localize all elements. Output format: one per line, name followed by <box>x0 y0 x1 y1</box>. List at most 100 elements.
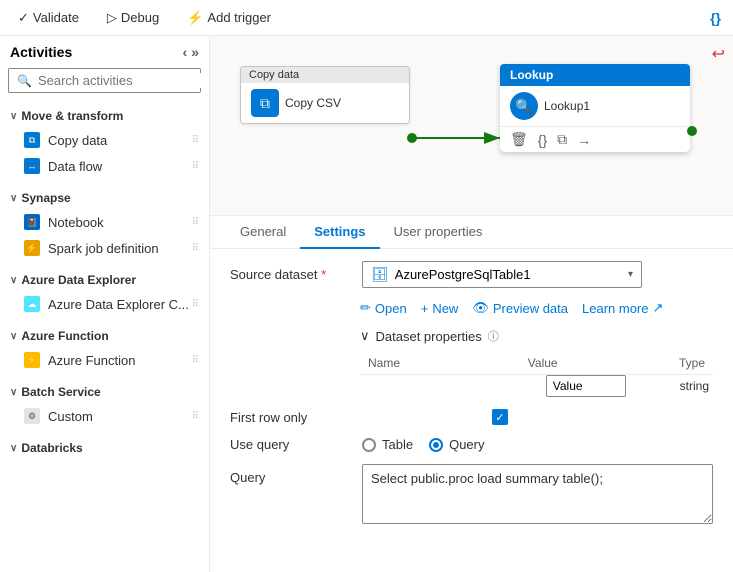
expand-icon[interactable]: » <box>191 44 199 60</box>
debug-label: Debug <box>121 10 159 25</box>
pipeline-container: ↩ Copy data ⧉ Copy CSV <box>210 36 733 215</box>
custom-icon: ⚙ <box>24 408 40 424</box>
bottom-panel: General Settings User properties Source … <box>210 216 733 572</box>
sidebar-item-data-flow[interactable]: ↔ Data flow ⠿ <box>0 153 209 179</box>
sidebar-section-synapse: ∨ Synapse 📓 Notebook ⠿ ⚡ Spark job defin… <box>0 183 209 265</box>
sidebar-group-adx[interactable]: ∨ Azure Data Explorer <box>0 269 209 291</box>
tab-general[interactable]: General <box>226 216 300 249</box>
copy-icon[interactable]: ⧉ <box>557 131 567 148</box>
sidebar-group-move-transform[interactable]: ∨ Move & transform <box>0 105 209 127</box>
sidebar-item-left: ⧉ Copy data <box>24 132 107 148</box>
value-input[interactable] <box>546 375 626 397</box>
validate-button[interactable]: ✓ Validate <box>12 8 85 28</box>
arrow-right-icon[interactable]: → <box>577 132 591 148</box>
sidebar-item-adx[interactable]: ☁ Azure Data Explorer C... ⠿ <box>0 291 209 317</box>
data-flow-icon: ↔ <box>24 158 40 174</box>
sidebar-group-synapse[interactable]: ∨ Synapse <box>0 187 209 209</box>
sidebar-group-databricks[interactable]: ∨ Databricks <box>0 437 209 459</box>
debug-icon: ▷ <box>107 10 117 26</box>
drag-handle: ⠿ <box>192 411 199 422</box>
search-icon: 🔍 <box>17 74 32 88</box>
debug-button[interactable]: ▷ Debug <box>101 8 165 28</box>
lookup-header: Lookup <box>500 64 690 86</box>
sidebar-item-custom[interactable]: ⚙ Custom ⠿ <box>0 403 209 429</box>
new-button[interactable]: + New <box>421 301 459 316</box>
use-query-row: Use query Table Query <box>230 437 713 452</box>
group-label: Databricks <box>21 441 82 455</box>
code-button[interactable]: {} <box>710 10 721 26</box>
validate-icon: ✓ <box>18 10 29 26</box>
table-radio-option[interactable]: Table <box>362 437 413 452</box>
data-flow-label: Data flow <box>48 159 102 174</box>
dataset-select[interactable]: 🗄 AzurePostgreSqlTable1 ▾ <box>362 261 642 288</box>
drag-handle: ⠿ <box>192 135 199 146</box>
preview-data-button[interactable]: 👁 Preview data <box>472 300 568 316</box>
sidebar-item-spark[interactable]: ⚡ Spark job definition ⠿ <box>0 235 209 261</box>
sidebar-header: Activities ‹ » <box>0 36 209 68</box>
code-icon[interactable]: {} <box>538 132 547 148</box>
chevron-icon: ∨ <box>10 193 17 204</box>
query-textarea[interactable]: Select <span class="underline-text">publ… <box>362 464 713 524</box>
add-trigger-button[interactable]: ⚡ Add trigger <box>181 8 277 28</box>
dataset-value: AzurePostgreSqlTable1 <box>395 267 531 282</box>
delete-icon[interactable]: 🗑 <box>510 131 528 148</box>
collapse-icon[interactable]: ‹ <box>183 44 188 60</box>
copy-csv-label: Copy CSV <box>285 96 341 110</box>
search-input[interactable] <box>38 73 210 88</box>
copy-data-header: Copy data <box>241 67 409 83</box>
sidebar-item-left: ☁ Azure Data Explorer C... <box>24 296 189 312</box>
plus-icon: + <box>421 301 429 316</box>
dataset-actions: ✏ Open + New 👁 Preview data Learn more ↗ <box>360 300 713 316</box>
drag-handle: ⠿ <box>192 217 199 228</box>
copy-data-activity[interactable]: Copy data ⧉ Copy CSV <box>240 66 410 124</box>
edit-icon: ✏ <box>360 300 371 316</box>
col-name-header: Name <box>360 352 460 375</box>
notebook-icon: 📓 <box>24 214 40 230</box>
learn-more-label: Learn more <box>582 301 648 316</box>
query-label: Query <box>230 464 350 485</box>
dataset-select-left: 🗄 AzurePostgreSqlTable1 <box>371 266 531 283</box>
sidebar-item-notebook[interactable]: 📓 Notebook ⠿ <box>0 209 209 235</box>
dataset-db-icon: 🗄 <box>371 266 389 283</box>
lookup-body: 🔍 Lookup1 🗑 {} ⧉ → <box>500 86 690 152</box>
sidebar-group-batch[interactable]: ∨ Batch Service <box>0 381 209 403</box>
sidebar-item-copy-data[interactable]: ⧉ Copy data ⠿ <box>0 127 209 153</box>
dataset-select-area: 🗄 AzurePostgreSqlTable1 ▾ <box>362 261 713 288</box>
sidebar-group-func[interactable]: ∨ Azure Function <box>0 325 209 347</box>
required-marker: * <box>321 267 326 282</box>
learn-more-button[interactable]: Learn more ↗ <box>582 300 663 316</box>
dataset-props-header[interactable]: ∨ Dataset properties ⓘ <box>360 328 713 344</box>
drag-handle: ⠿ <box>192 243 199 254</box>
copy-data-body: ⧉ Copy CSV <box>241 83 409 123</box>
type-cell: string <box>626 375 713 398</box>
add-trigger-label: Add trigger <box>207 10 271 25</box>
sidebar-item-left: ↔ Data flow <box>24 158 102 174</box>
query-radio-option[interactable]: Query <box>429 437 484 452</box>
drag-handle: ⠿ <box>192 299 199 310</box>
lookup-activity[interactable]: Lookup 🔍 Lookup1 🗑 {} ⧉ → <box>500 64 690 152</box>
sidebar-header-icons[interactable]: ‹ » <box>183 44 199 60</box>
group-label: Synapse <box>21 191 70 205</box>
open-button[interactable]: ✏ Open <box>360 300 407 316</box>
use-query-label: Use query <box>230 437 350 452</box>
chevron-icon: ∨ <box>10 331 17 342</box>
query-area: Select <span class="underline-text">publ… <box>362 464 713 527</box>
dataset-properties: ∨ Dataset properties ⓘ Name Value Type <box>360 328 713 397</box>
trigger-icon: ⚡ <box>187 10 203 26</box>
first-row-row: First row only ✓ <box>230 409 713 425</box>
sidebar-item-func[interactable]: ⚡ Azure Function ⠿ <box>0 347 209 373</box>
tab-settings[interactable]: Settings <box>300 216 379 249</box>
first-row-checkbox[interactable]: ✓ <box>492 409 508 425</box>
chevron-icon: ∨ <box>10 443 17 454</box>
lookup1-label: Lookup1 <box>544 99 590 113</box>
col-value-header: Value <box>460 352 626 375</box>
tab-user-properties[interactable]: User properties <box>380 216 497 249</box>
chevron-down-icon: ∨ <box>360 328 370 344</box>
sidebar-item-left: ⚡ Spark job definition <box>24 240 159 256</box>
drag-handle: ⠿ <box>192 355 199 366</box>
query-radio[interactable] <box>429 438 443 452</box>
dataset-props-label: Dataset properties <box>376 329 482 344</box>
sidebar-section-func: ∨ Azure Function ⚡ Azure Function ⠿ <box>0 321 209 377</box>
query-row: Query Select <span class="underline-text… <box>230 464 713 527</box>
table-radio[interactable] <box>362 438 376 452</box>
